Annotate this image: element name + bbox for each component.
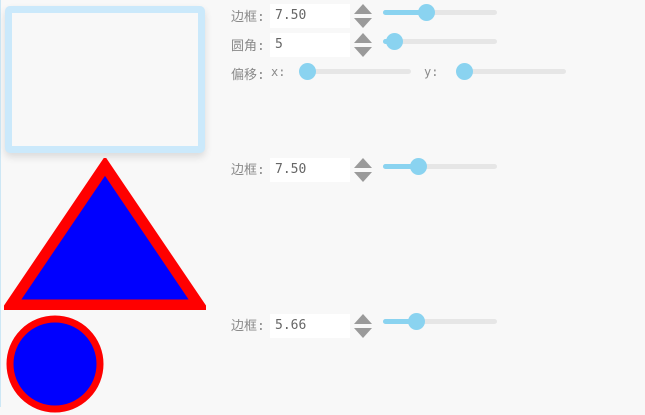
box-offset-x-slider[interactable] — [299, 63, 411, 81]
circle-preview — [6, 315, 104, 413]
triangle-border-label: 边框: — [231, 163, 265, 178]
left-edge-line — [0, 0, 1, 407]
spinner-up-icon[interactable] — [354, 33, 372, 43]
box-preview — [5, 6, 205, 153]
box-radius-input[interactable] — [270, 33, 350, 57]
slider-thumb[interactable] — [299, 63, 316, 80]
triangle-border-spinner[interactable] — [354, 158, 372, 184]
box-offset-label: 偏移: — [231, 68, 265, 83]
circle-border-slider[interactable] — [383, 313, 497, 331]
triangle-border-slider[interactable] — [383, 158, 497, 176]
circle-border-label: 边框: — [231, 319, 265, 334]
spinner-down-icon[interactable] — [354, 172, 372, 182]
box-border-spinner[interactable] — [354, 4, 372, 30]
box-radius-label: 圆角: — [231, 39, 265, 54]
spinner-up-icon[interactable] — [354, 4, 372, 14]
slider-thumb[interactable] — [456, 63, 473, 80]
box-radius-slider[interactable] — [383, 33, 497, 51]
box-border-input[interactable] — [270, 4, 350, 28]
slider-thumb[interactable] — [418, 4, 435, 21]
box-radius-spinner[interactable] — [354, 33, 372, 59]
box-border-slider[interactable] — [383, 4, 497, 22]
triangle-border-input[interactable] — [270, 158, 350, 182]
spinner-down-icon[interactable] — [354, 47, 372, 57]
spinner-up-icon[interactable] — [354, 314, 372, 324]
box-offset-y-slider[interactable] — [456, 63, 566, 81]
circle-border-spinner[interactable] — [354, 314, 372, 340]
spinner-down-icon[interactable] — [354, 328, 372, 338]
box-offset-x-label: x: — [271, 65, 286, 79]
slider-thumb[interactable] — [408, 313, 425, 330]
box-border-label: 边框: — [231, 10, 265, 25]
slider-thumb[interactable] — [410, 158, 427, 175]
circle-border-input[interactable] — [270, 314, 350, 338]
spinner-down-icon[interactable] — [354, 18, 372, 28]
circle-shape — [6, 315, 104, 413]
spinner-up-icon[interactable] — [354, 158, 372, 168]
box-offset-y-label: y: — [424, 65, 439, 79]
slider-thumb[interactable] — [386, 33, 403, 50]
triangle-shape — [4, 158, 206, 310]
triangle-preview — [4, 158, 206, 310]
